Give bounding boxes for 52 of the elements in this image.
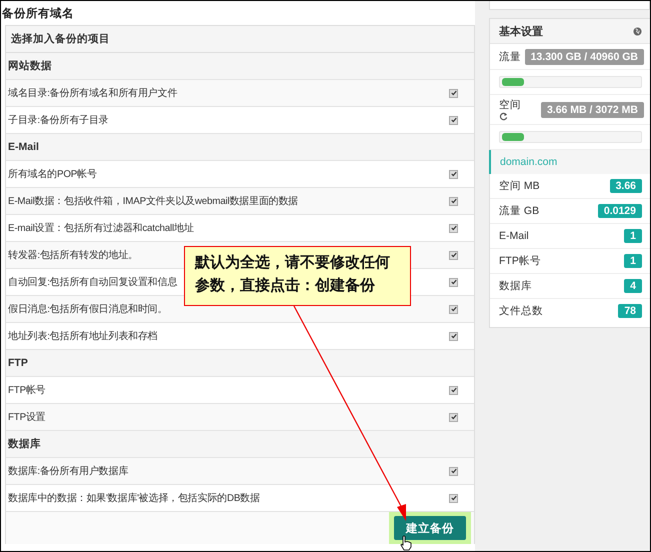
page-title: 备份所有域名 bbox=[1, 6, 75, 22]
option-label: 所有域名的POP帐号 bbox=[8, 168, 97, 180]
option-label: 数据库中的数据：如果'数据库'被选择，包括实际的DB数据 bbox=[8, 492, 260, 504]
option-label: 地址列表:包括所有地址列表和存档 bbox=[8, 330, 158, 342]
stat-badge: 78 bbox=[618, 304, 642, 318]
create-backup-button[interactable]: 建立备份 bbox=[394, 516, 466, 540]
option-label: E-Mail数据：包括收件箱，IMAP文件夹以及webmail数据里面的数据 bbox=[8, 194, 298, 208]
option-label: 数据库:备份所有用户数据库 bbox=[8, 464, 128, 478]
usage-label: 流量 bbox=[499, 50, 521, 64]
stat-badge: 1 bbox=[624, 254, 642, 268]
stat-badge: 4 bbox=[624, 279, 642, 293]
stat-label: 流量 GB bbox=[499, 204, 540, 218]
option-label: 假日消息:包括所有假日消息和时间。 bbox=[8, 302, 168, 316]
checkbox[interactable] bbox=[449, 278, 458, 286]
stat-label: 数据库 bbox=[499, 279, 532, 293]
option-label: 域名目录:备份所有域名和所有用户文件 bbox=[8, 86, 178, 100]
stat-badge: 3.66 bbox=[610, 179, 642, 193]
refresh-icon[interactable] bbox=[499, 112, 508, 121]
checkbox[interactable] bbox=[449, 332, 458, 340]
checkbox[interactable] bbox=[449, 494, 458, 502]
stat-label: 空间 MB bbox=[499, 179, 540, 193]
option-label: 自动回复:包括所有自动回复设置和信息 bbox=[8, 276, 178, 288]
card-title: 基本设置 bbox=[499, 24, 543, 38]
option-label: FTP设置 bbox=[8, 410, 46, 424]
stat-label: FTP帐号 bbox=[499, 254, 541, 268]
checkbox[interactable] bbox=[449, 304, 458, 314]
checkbox[interactable] bbox=[449, 116, 458, 124]
option-label: 转发器:包括所有转发的地址。 bbox=[8, 248, 138, 262]
panel-heading: 选择加入备份的项目 bbox=[6, 26, 474, 53]
stat-label: 文件总数 bbox=[499, 304, 543, 318]
stat-label: E-Mail bbox=[499, 230, 529, 242]
usage-badge: 13.300 GB / 40960 GB bbox=[524, 48, 644, 64]
usage-label: 空间 bbox=[499, 98, 521, 112]
section-heading: 网站数据 bbox=[6, 53, 474, 80]
checkbox[interactable] bbox=[449, 412, 458, 422]
option-label: E-mail设置：包括所有过滤器和catchall地址 bbox=[8, 222, 194, 234]
stat-badge: 0.0129 bbox=[598, 204, 642, 218]
checkbox[interactable] bbox=[449, 170, 458, 178]
checkbox[interactable] bbox=[449, 250, 458, 260]
checkbox[interactable] bbox=[449, 386, 458, 394]
option-label: 子目录:备份所有子目录 bbox=[8, 114, 109, 126]
section-heading: 数据库 bbox=[6, 431, 474, 458]
checkbox[interactable] bbox=[449, 196, 458, 206]
option-label: FTP帐号 bbox=[8, 384, 46, 396]
section-heading: E-Mail bbox=[6, 134, 474, 161]
stat-badge: 1 bbox=[624, 229, 642, 243]
checkbox[interactable] bbox=[449, 466, 458, 476]
section-heading: FTP bbox=[6, 350, 474, 377]
checkbox[interactable] bbox=[449, 224, 458, 232]
usage-badge: 3.66 MB / 3072 MB bbox=[540, 102, 644, 118]
checkbox[interactable] bbox=[449, 88, 458, 98]
annotation-callout: 默认为全选，请不要修改任何参数，直接点击：创建备份 bbox=[184, 246, 411, 306]
